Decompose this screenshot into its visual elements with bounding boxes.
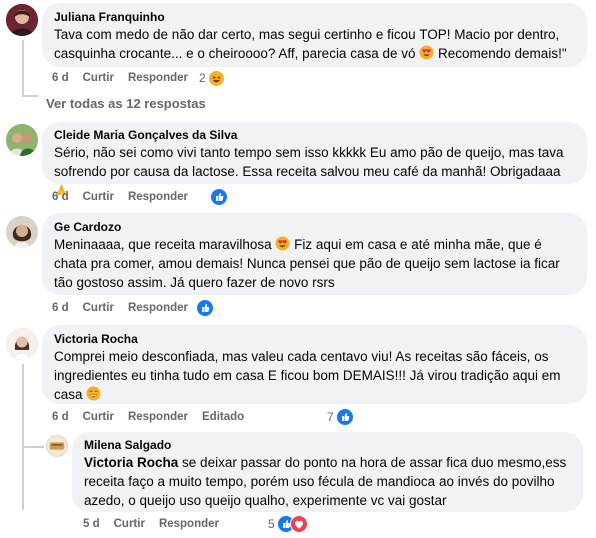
thread-line [22,40,24,96]
reply-actions: 5 d Curtir Responder [83,516,233,532]
thread-line [22,364,24,510]
reaction-summary[interactable] [210,188,228,206]
avatar[interactable] [6,216,38,248]
like-button[interactable]: Curtir [83,191,114,203]
love-icon [289,515,308,533]
reaction-summary[interactable]: 5 [268,515,308,533]
avatar-image [6,328,38,360]
comment-bubble: Ge Cardozo Meninaaaa, que receita maravi… [42,213,587,295]
reply-button[interactable]: Responder [128,191,188,203]
avatar-image [47,436,67,456]
reaction-count: 7 [327,410,334,424]
reaction-summary[interactable]: 2 [199,69,225,87]
see-all-replies-link[interactable]: Ver todas as 12 respostas [46,96,206,111]
avatar-image [6,124,38,156]
comment-text: Comprei meio desconfiada, mas valeu cada… [54,349,561,402]
comment-text: Tava com medo de não dar certo, mas segu… [54,27,567,61]
reaction-summary[interactable] [196,299,214,317]
heart-eyes-emoji-icon [275,236,290,251]
heart-eyes-emoji-icon [419,45,434,60]
like-button[interactable]: Curtir [83,302,114,314]
reply-time[interactable]: 5 d [83,518,100,530]
reaction-count: 5 [268,517,275,531]
reaction-summary[interactable]: 7 [327,408,354,426]
like-button[interactable]: Curtir [114,518,145,530]
like-button[interactable]: Curtir [83,411,114,423]
comment-author[interactable]: Ge Cardozo [54,219,575,235]
comment-actions: 6 d Curtir Responder [52,300,202,316]
comment-bubble: Cleide Maria Gonçalves da Silva Sério, n… [42,122,587,196]
thread-line [22,446,44,448]
avatar[interactable] [6,124,38,156]
comment-author[interactable]: Victoria Rocha [54,331,575,347]
comment-time[interactable]: 6 d [52,191,69,203]
comment-bubble: Victoria Rocha Comprei meio desconfiada,… [42,325,587,404]
avatar-image [6,4,38,36]
like-button[interactable]: Curtir [83,72,114,84]
comment-actions: 6 d Curtir Responder [52,189,202,205]
avatar[interactable] [6,328,38,360]
reply-text: Victoria Rocha se deixar passar do ponto… [84,455,567,508]
haha-icon [207,69,225,87]
comment-time[interactable]: 6 d [52,302,69,314]
grinning-emoji-icon [86,386,101,401]
comment-text: Meninaaaa, que receita maravilhosa Fiz a… [54,236,560,290]
avatar[interactable] [6,4,38,36]
comment-author[interactable]: Cleide Maria Gonçalves da Silva [54,127,575,143]
reply-button[interactable]: Responder [159,518,219,530]
reaction-count: 2 [199,71,206,85]
mention-link[interactable]: Victoria Rocha [84,455,178,470]
comment-actions: 6 d Curtir Responder [52,70,202,86]
avatar-image [6,216,38,248]
reply-button[interactable]: Responder [128,302,188,314]
avatar[interactable] [46,435,68,457]
edited-label[interactable]: Editado [202,411,244,423]
comment-time[interactable]: 6 d [52,411,69,423]
like-icon [210,188,228,206]
reply-button[interactable]: Responder [128,72,188,84]
comment-time[interactable]: 6 d [52,72,69,84]
like-icon [196,299,214,317]
comment-author[interactable]: Juliana Franquinho [54,9,575,25]
reply-button[interactable]: Responder [128,411,188,423]
thread-line [22,95,38,97]
like-icon [335,408,354,426]
reply-bubble: Milena Salgado Victoria Rocha se deixar … [72,432,583,512]
comment-bubble: Juliana Franquinho Tava com medo de não … [42,3,587,67]
comment-actions: 6 d Curtir Responder Editado [52,409,258,425]
reply-author[interactable]: Milena Salgado [84,437,571,453]
